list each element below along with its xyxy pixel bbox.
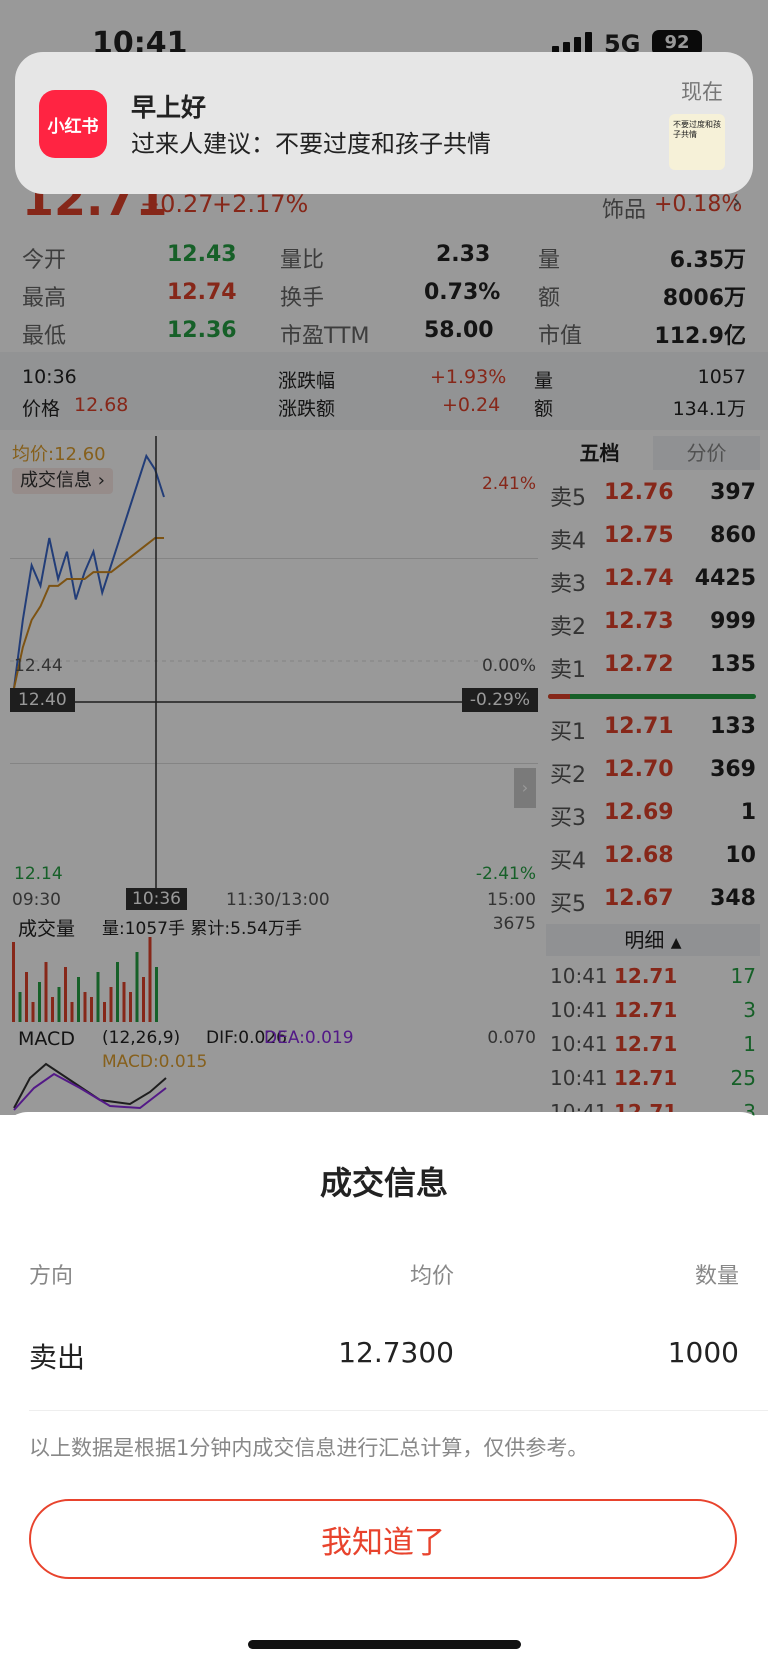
app-icon-text: 小红书 bbox=[47, 116, 99, 137]
trade-info-sheet: 成交信息 方向 均价 数量 卖出 12.7300 1000 以上数据是根据1分钟… bbox=[0, 1112, 768, 1662]
notification-time: 现在 bbox=[681, 80, 723, 104]
acknowledge-label: 我知道了 bbox=[321, 1524, 445, 1561]
trade-avg-price: 12.7300 bbox=[338, 1336, 454, 1369]
trade-direction: 卖出 bbox=[29, 1341, 86, 1374]
notification-body: 过来人建议：不要过度和孩子共情 bbox=[131, 130, 491, 158]
col-quantity: 数量 bbox=[694, 1264, 739, 1289]
home-indicator[interactable] bbox=[248, 1640, 521, 1649]
sheet-title: 成交信息 bbox=[319, 1164, 448, 1202]
notification-title: 早上好 bbox=[131, 93, 207, 122]
acknowledge-button[interactable]: 我知道了 bbox=[29, 1499, 737, 1579]
app-icon: 小红书 bbox=[39, 90, 107, 158]
divider bbox=[29, 1410, 768, 1411]
col-avg-price: 均价 bbox=[409, 1264, 454, 1289]
thumbnail-text: 不要过度和孩子共情 bbox=[673, 120, 721, 139]
notification-thumbnail: 不要过度和孩子共情 bbox=[669, 114, 725, 170]
disclaimer-text: 以上数据是根据1分钟内成交信息进行汇总计算，仅供参考。 bbox=[29, 1436, 589, 1460]
notification-banner[interactable]: 小红书 早上好 过来人建议：不要过度和孩子共情 现在 不要过度和孩子共情 bbox=[15, 52, 753, 194]
col-direction: 方向 bbox=[29, 1264, 74, 1289]
trade-quantity: 1000 bbox=[667, 1336, 739, 1369]
